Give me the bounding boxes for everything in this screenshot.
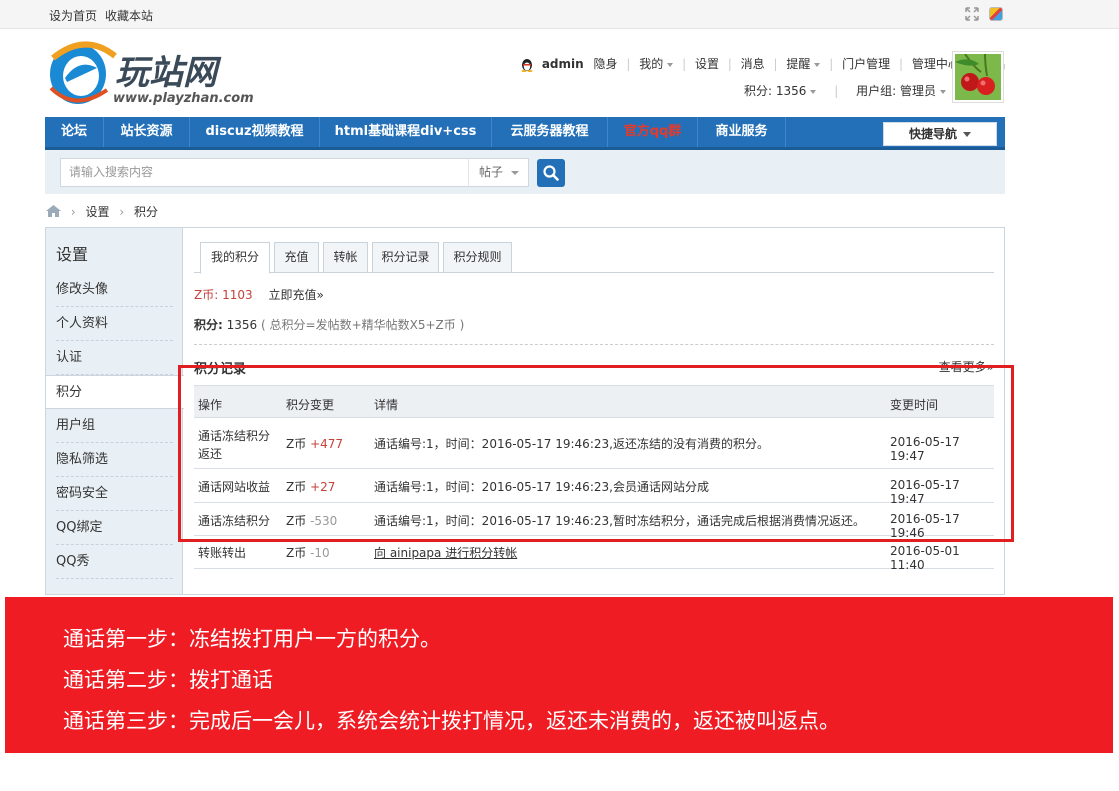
chevron-down-icon	[511, 171, 519, 175]
tab-points-log[interactable]: 积分记录	[372, 242, 439, 273]
sidebar-item-password[interactable]: 密码安全	[46, 477, 183, 511]
user-stats: 积分: 1356 | 用户组: 管理员	[744, 82, 946, 99]
nav-item-resources[interactable]: 站长资源	[104, 117, 190, 147]
row-time: 2016-05-01 11:40	[890, 544, 960, 572]
chevron-down-icon	[667, 62, 674, 67]
quick-nav-button[interactable]: 快捷导航	[883, 122, 997, 146]
logo-domain-text: www.playzhan.com	[113, 91, 254, 106]
transfer-detail-link[interactable]: 向 ainipapa 进行积分转帐	[374, 544, 517, 561]
site-logo[interactable]: 玩站网 www.playzhan.com	[45, 38, 270, 110]
nav-item-business[interactable]: 商业服务	[698, 117, 786, 147]
row-op: 转账转出	[198, 546, 247, 560]
home-icon[interactable]	[46, 205, 61, 217]
recharge-now-link[interactable]: 立即充值»	[268, 288, 323, 302]
sidebar-item-points[interactable]: 积分	[46, 375, 184, 409]
fullscreen-icon[interactable]	[965, 7, 979, 21]
zb-label: Z币:	[194, 288, 219, 302]
banner-line-1: 通话第一步：冻结拨打用户一方的积分。	[63, 627, 441, 651]
username-link[interactable]: admin	[542, 57, 584, 71]
search-input[interactable]: 请输入搜索内容	[60, 158, 470, 187]
points-menu[interactable]: 积分: 1356	[744, 84, 806, 98]
top-utility-bar: 设为首页 收藏本站	[0, 0, 1119, 29]
highlight-box	[178, 365, 1014, 542]
qq-penguin-icon	[520, 58, 534, 72]
sidebar-item-verify[interactable]: 认证	[46, 341, 183, 375]
usergroup-menu[interactable]: 用户组: 管理员	[856, 84, 936, 98]
points-balance: 积分: 1356 ( 总积分=发帖数+精华帖数X5+Z币 )	[194, 316, 464, 333]
explanation-banner: 通话第一步：冻结拨打用户一方的积分。 通话第二步：拨打通话 通话第三步：完成后一…	[5, 597, 1113, 753]
messages-link[interactable]: 消息	[741, 57, 765, 71]
sidebar-item-qq-show[interactable]: QQ秀	[46, 545, 183, 579]
points-label: 积分:	[194, 318, 223, 332]
breadcrumb: › 设置 › 积分	[46, 203, 158, 220]
set-home-link[interactable]: 设为首页	[49, 7, 97, 24]
caret-down-icon	[963, 132, 971, 137]
chevron-down-icon	[814, 62, 821, 67]
sidebar-item-profile[interactable]: 个人资料	[46, 307, 183, 341]
invisible-toggle[interactable]: 隐身	[594, 57, 618, 71]
breadcrumb-points: 积分	[133, 205, 158, 219]
sidebar-item-usergroup[interactable]: 用户组	[46, 409, 183, 443]
settings-sidebar: 设置 修改头像 个人资料 认证 积分 用户组 隐私筛选 密码安全 QQ绑定 QQ…	[46, 228, 184, 594]
search-button[interactable]	[537, 159, 565, 187]
search-bar: 请输入搜索内容 帖子	[45, 150, 1005, 194]
sidebar-item-qq-bind[interactable]: QQ绑定	[46, 511, 183, 545]
sidebar-item-privacy[interactable]: 隐私筛选	[46, 443, 183, 477]
points-formula: ( 总积分=发帖数+精华帖数X5+Z币 )	[261, 318, 465, 332]
search-icon	[543, 165, 559, 181]
nav-item-qq-group[interactable]: 官方qq群	[608, 117, 698, 147]
tab-recharge[interactable]: 充值	[274, 242, 319, 273]
tab-points-rules[interactable]: 积分规则	[443, 242, 512, 273]
palette-icon[interactable]	[989, 7, 1003, 21]
search-type-select[interactable]: 帖子	[468, 158, 529, 187]
nav-item-cloud-server[interactable]: 云服务器教程	[492, 117, 608, 147]
zb-balance: Z币: 1103 立即充值»	[194, 286, 324, 303]
breadcrumb-settings[interactable]: 设置	[85, 205, 109, 219]
row-change: Z币 -10	[286, 546, 330, 560]
user-bar: admin 隐身 | 我的 | 设置 | 消息 | 提醒 | 门户管理 | 管理…	[520, 55, 1006, 72]
tab-transfer[interactable]: 转帐	[323, 242, 368, 273]
nav-item-discuz-video[interactable]: discuz视频教程	[190, 117, 320, 147]
logo-brand-text: 玩站网	[115, 53, 222, 93]
chevron-down-icon	[939, 89, 946, 94]
avatar[interactable]	[952, 51, 1004, 103]
banner-line-3: 通话第三步：完成后一会儿，系统会统计拨打情况，返还未消费的，返还被叫返点。	[63, 709, 840, 733]
nav-item-html-course[interactable]: html基础课程div+css	[320, 117, 492, 147]
zb-value: 1103	[222, 288, 253, 302]
portal-admin-link[interactable]: 门户管理	[842, 57, 890, 71]
reminders-menu[interactable]: 提醒	[786, 57, 810, 71]
my-menu[interactable]: 我的	[639, 57, 663, 71]
settings-link[interactable]: 设置	[695, 57, 719, 71]
main-nav: 论坛 站长资源 discuz视频教程 html基础课程div+css 云服务器教…	[45, 117, 1005, 150]
points-value: 1356	[226, 318, 258, 332]
sidebar-title: 设置	[56, 245, 89, 264]
nav-item-forum[interactable]: 论坛	[45, 117, 104, 147]
tab-my-points[interactable]: 我的积分	[200, 242, 270, 274]
sidebar-item-avatar[interactable]: 修改头像	[46, 273, 183, 307]
bookmark-link[interactable]: 收藏本站	[105, 7, 153, 24]
banner-line-2: 通话第二步：拨打通话	[63, 668, 273, 692]
chevron-down-icon	[810, 89, 817, 94]
